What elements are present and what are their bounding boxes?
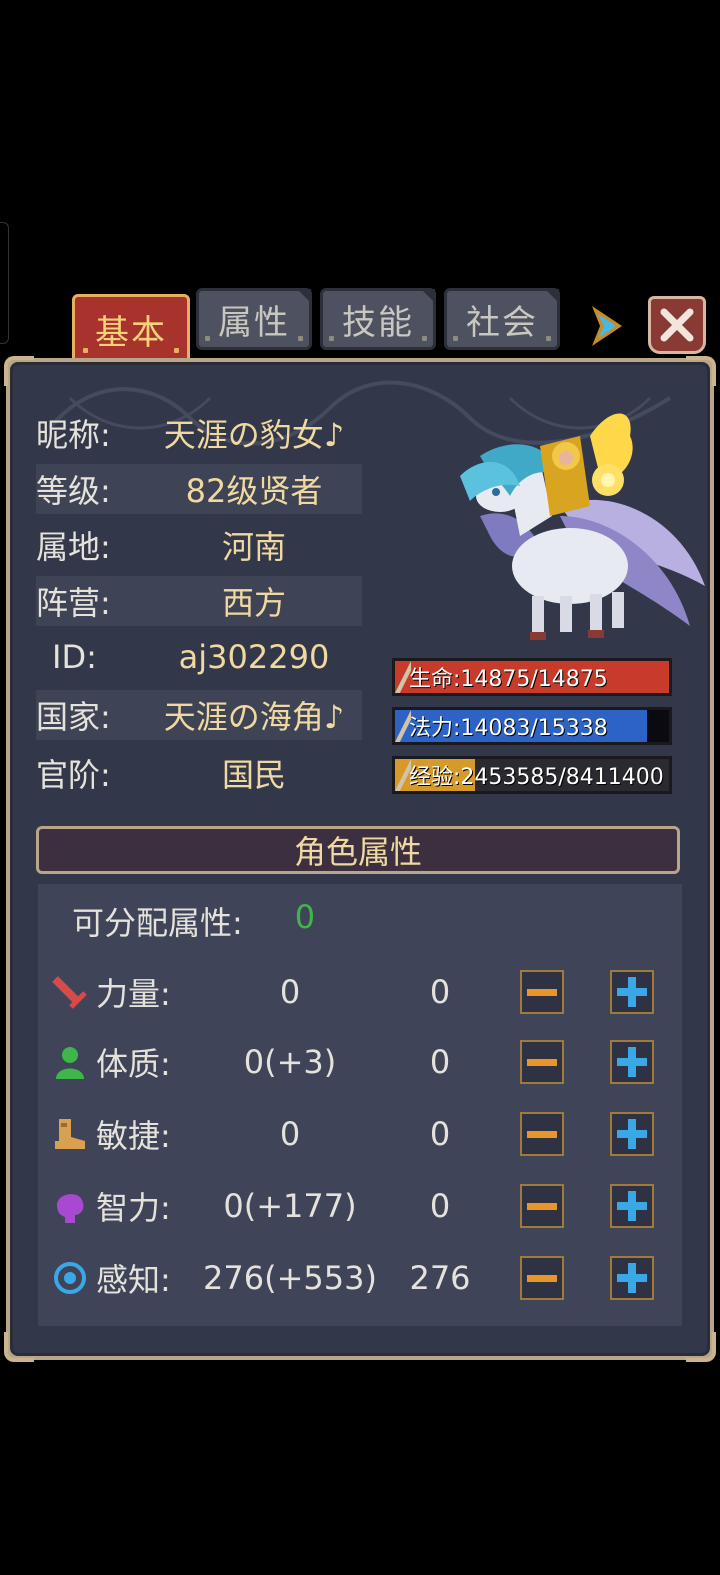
nation-value: 天涯の海角♪ — [163, 698, 345, 736]
intelligence-decrease-button[interactable] — [520, 1184, 564, 1228]
available-points-label: 可分配属性: — [72, 904, 243, 942]
tab-rivet — [83, 348, 88, 353]
attribute-row-perception: 感知: 276(+553) 276 — [50, 1250, 670, 1306]
attribute-row-intelligence: 智力: 0(+177) 0 — [50, 1178, 670, 1234]
attribute-row-strength: 力量: 0 0 — [50, 964, 670, 1020]
perception-base: 276(+553) — [203, 1259, 377, 1297]
tab-rivet — [298, 336, 303, 341]
attributes-title-text: 角色属性 — [293, 833, 422, 871]
info-row-region: 属地: 河南 — [36, 520, 362, 570]
nickname-label: 昵称: — [36, 416, 111, 454]
exp-text: 经验:2453585/8411400 — [409, 765, 664, 790]
tab-social[interactable]: 社会 — [444, 288, 560, 350]
tab-skills-label: 技能 — [342, 302, 414, 343]
eye-icon — [50, 1258, 90, 1298]
region-value: 河南 — [221, 528, 286, 566]
tab-rivet — [205, 336, 210, 341]
constitution-allocated: 0 — [429, 1043, 451, 1081]
hp-text: 生命:14875/14875 — [409, 667, 608, 692]
intelligence-allocated: 0 — [429, 1187, 451, 1225]
plus-icon — [617, 1119, 647, 1149]
perception-increase-button[interactable] — [610, 1256, 654, 1300]
attribute-row-constitution: 体质: 0(+3) 0 — [50, 1034, 670, 1090]
next-tab-arrow-icon[interactable] — [588, 304, 624, 348]
panel-corner — [686, 356, 716, 386]
strength-allocated: 0 — [429, 973, 451, 1011]
constitution-decrease-button[interactable] — [520, 1040, 564, 1084]
nation-label: 国家: — [36, 698, 111, 736]
tab-rivet — [422, 336, 427, 341]
minus-icon — [527, 1130, 557, 1138]
boot-icon — [50, 1114, 90, 1154]
constitution-base: 0(+3) — [243, 1043, 337, 1081]
camp-value: 西方 — [221, 584, 286, 622]
info-row-camp: 阵营: 西方 — [36, 576, 362, 626]
sword-icon — [50, 972, 90, 1012]
minus-icon — [527, 1202, 557, 1210]
id-value: aj302290 — [178, 638, 330, 676]
hp-bar: 生命:14875/14875 — [392, 658, 672, 696]
tab-rivet — [174, 348, 179, 353]
person-icon — [50, 1042, 90, 1082]
attribute-row-agility: 敏捷: 0 0 — [50, 1106, 670, 1162]
strength-increase-button[interactable] — [610, 970, 654, 1014]
intelligence-increase-button[interactable] — [610, 1184, 654, 1228]
info-row-id: ID: aj302290 — [36, 632, 362, 682]
info-row-nation: 国家: 天涯の海角♪ — [36, 690, 362, 740]
strength-decrease-button[interactable] — [520, 970, 564, 1014]
plus-icon — [617, 1191, 647, 1221]
agility-decrease-button[interactable] — [520, 1112, 564, 1156]
tab-skills[interactable]: 技能 — [320, 288, 436, 350]
rank-value: 国民 — [221, 756, 286, 794]
mp-bar: 法力:14083/15338 — [392, 707, 672, 745]
rank-label: 官阶: — [36, 756, 111, 794]
level-label: 等级: — [36, 472, 111, 510]
panel-corner — [4, 1332, 34, 1362]
plus-icon — [617, 1263, 647, 1293]
screen-edge-handle — [0, 222, 9, 344]
agility-increase-button[interactable] — [610, 1112, 654, 1156]
tab-rivet — [329, 336, 334, 341]
perception-allocated: 276 — [409, 1259, 471, 1297]
mp-text: 法力:14083/15338 — [409, 716, 608, 741]
available-points-value: 0 — [294, 898, 316, 936]
available-points: 可分配属性: 0 — [72, 898, 315, 944]
perception-decrease-button[interactable] — [520, 1256, 564, 1300]
attributes-section-title: 角色属性 — [36, 826, 680, 874]
agility-base: 0 — [279, 1115, 301, 1153]
tab-rivet — [453, 336, 458, 341]
agility-allocated: 0 — [429, 1115, 451, 1153]
tab-attributes[interactable]: 属性 — [196, 288, 312, 350]
tab-basic[interactable]: 基本 — [72, 294, 190, 364]
nickname-value: 天涯の豹女♪ — [163, 416, 345, 454]
strength-base: 0 — [279, 973, 301, 1011]
intelligence-base: 0(+177) — [223, 1187, 357, 1225]
level-value: 82级贤者 — [185, 472, 323, 510]
region-label: 属地: — [36, 528, 111, 566]
panel-corner — [686, 1332, 716, 1362]
info-row-nickname: 昵称: 天涯の豹女♪ — [36, 408, 362, 458]
info-row-level: 等级: 82级贤者 — [36, 464, 362, 514]
minus-icon — [527, 988, 557, 996]
panel-corner — [4, 356, 34, 386]
character-pegasus-sprite — [460, 413, 705, 640]
tab-rivet — [546, 336, 551, 341]
close-icon — [660, 308, 694, 342]
camp-label: 阵营: — [36, 584, 111, 622]
info-row-rank: 官阶: 国民 — [36, 748, 362, 798]
tab-basic-label: 基本 — [95, 312, 167, 353]
brain-icon — [50, 1186, 90, 1226]
plus-icon — [617, 977, 647, 1007]
minus-icon — [527, 1058, 557, 1066]
minus-icon — [527, 1274, 557, 1282]
plus-icon — [617, 1047, 647, 1077]
close-button[interactable] — [648, 296, 706, 354]
tab-social-label: 社会 — [466, 302, 538, 343]
constitution-increase-button[interactable] — [610, 1040, 654, 1084]
exp-bar: 经验:2453585/8411400 — [392, 756, 672, 794]
tab-attributes-label: 属性 — [218, 302, 290, 343]
id-label: ID: — [52, 638, 97, 676]
